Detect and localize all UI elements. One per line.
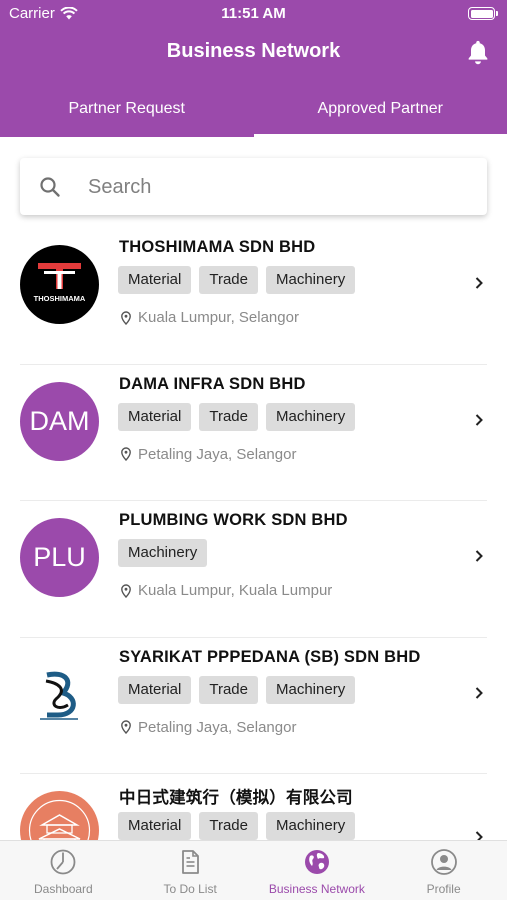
tab-approved-partner[interactable]: Approved Partner xyxy=(253,88,507,137)
search-bar xyxy=(20,158,487,215)
company-logo: THOSHIMAMA xyxy=(20,245,99,324)
page-title: Business Network xyxy=(166,40,341,62)
tag-chip: Machinery xyxy=(266,812,356,840)
nav-business-network[interactable]: Business Network xyxy=(254,841,381,900)
nav-label: Dashboard xyxy=(34,882,93,896)
nav-dashboard[interactable]: Dashboard xyxy=(0,841,127,900)
tag-chip: Machinery xyxy=(118,539,208,567)
location-pin-icon xyxy=(121,583,131,598)
chevron-right-icon xyxy=(475,413,483,426)
tag-chip: Trade xyxy=(199,402,258,431)
company-name: PLUMBING WORK SDN BHD xyxy=(119,511,348,529)
tag-chip: Trade xyxy=(199,812,258,840)
location-text: Kuala Lumpur, Kuala Lumpur xyxy=(138,582,333,599)
chevron-right-icon xyxy=(475,277,483,289)
app-header: Carrier 11:51 AM Business Network Partne… xyxy=(0,0,507,137)
nav-label: To Do List xyxy=(163,882,217,896)
location: Petaling Jaya, Selangor xyxy=(120,719,296,736)
location-pin-icon xyxy=(121,447,131,461)
tag-list: Material Trade Machinery xyxy=(118,675,356,704)
partner-list-item[interactable]: THOSHIMAMA THOSHIMAMA SDN BHD Material T… xyxy=(0,228,507,365)
bottom-nav: Dashboard To Do List Business Network Pr… xyxy=(0,840,507,900)
location: Petaling Jaya, Selangor xyxy=(120,446,296,463)
tag-list: Material Trade Machinery xyxy=(118,812,356,840)
tag-list: Material Trade Machinery xyxy=(118,266,356,294)
nav-to-do-list[interactable]: To Do List xyxy=(127,841,254,900)
tab-bar: Partner Request Approved Partner xyxy=(0,88,507,137)
tag-chip: Machinery xyxy=(266,266,356,294)
location-pin-icon xyxy=(121,720,131,734)
tag-chip: Material xyxy=(118,402,192,431)
location-text: Petaling Jaya, Selangor xyxy=(138,445,297,463)
partner-list-item[interactable]: SYARIKAT PPPEDANA (SB) SDN BHD Material … xyxy=(0,638,507,774)
location: Kuala Lumpur, Selangor xyxy=(120,309,299,326)
tag-chip: Material xyxy=(118,266,192,294)
tag-chip: Trade xyxy=(199,675,258,704)
partner-list-item[interactable]: 中日式建筑行（模拟）有限公司 Material Trade Machinery xyxy=(0,774,507,840)
partner-list-item[interactable]: DAM DAMA INFRA SDN BHD Material Trade Ma… xyxy=(0,365,507,501)
company-name: DAMA INFRA SDN BHD xyxy=(119,374,306,393)
location-text: Petaling Jaya, Selangor xyxy=(138,718,297,736)
chevron-right-icon xyxy=(475,686,483,699)
avatar: DAM xyxy=(20,381,99,461)
company-logo xyxy=(20,654,99,734)
document-icon xyxy=(182,850,200,874)
location-text: Kuala Lumpur, Selangor xyxy=(138,309,299,326)
chevron-right-icon xyxy=(475,550,483,562)
tag-list: Material Trade Machinery xyxy=(118,402,356,431)
dashboard-icon xyxy=(50,849,76,875)
profile-icon xyxy=(430,849,457,875)
company-logo xyxy=(20,791,99,840)
company-name: SYARIKAT PPPEDANA (SB) SDN BHD xyxy=(119,647,421,666)
tag-list: Machinery xyxy=(118,539,208,567)
tag-chip: Trade xyxy=(199,266,258,294)
globe-icon xyxy=(304,850,329,874)
status-bar: Carrier 11:51 AM xyxy=(0,0,507,28)
tab-partner-request[interactable]: Partner Request xyxy=(0,88,254,137)
nav-label: Business Network xyxy=(268,882,365,896)
search-icon xyxy=(40,177,60,197)
tag-chip: Material xyxy=(118,675,192,704)
partner-list-item[interactable]: PLU PLUMBING WORK SDN BHD Machinery Kual… xyxy=(0,501,507,638)
search-input[interactable] xyxy=(88,172,468,202)
company-name: 中日式建筑行（模拟）有限公司 xyxy=(119,789,353,807)
bell-icon[interactable] xyxy=(464,38,492,66)
status-time: 11:51 AM xyxy=(221,5,286,22)
company-name: THOSHIMAMA SDN BHD xyxy=(119,238,316,256)
nav-profile[interactable]: Profile xyxy=(380,841,507,900)
battery-icon xyxy=(468,7,498,20)
nav-label: Profile xyxy=(426,882,461,896)
avatar: PLU xyxy=(20,518,99,597)
tag-chip: Machinery xyxy=(266,402,356,431)
tag-chip: Material xyxy=(118,812,192,840)
partner-list: THOSHIMAMA THOSHIMAMA SDN BHD Material T… xyxy=(0,228,507,840)
logo-text: THOSHIMAMA xyxy=(34,294,86,303)
location: Kuala Lumpur, Kuala Lumpur xyxy=(120,582,332,599)
chevron-right-icon xyxy=(475,831,483,840)
location-pin-icon xyxy=(121,310,131,325)
tag-chip: Machinery xyxy=(266,675,356,704)
